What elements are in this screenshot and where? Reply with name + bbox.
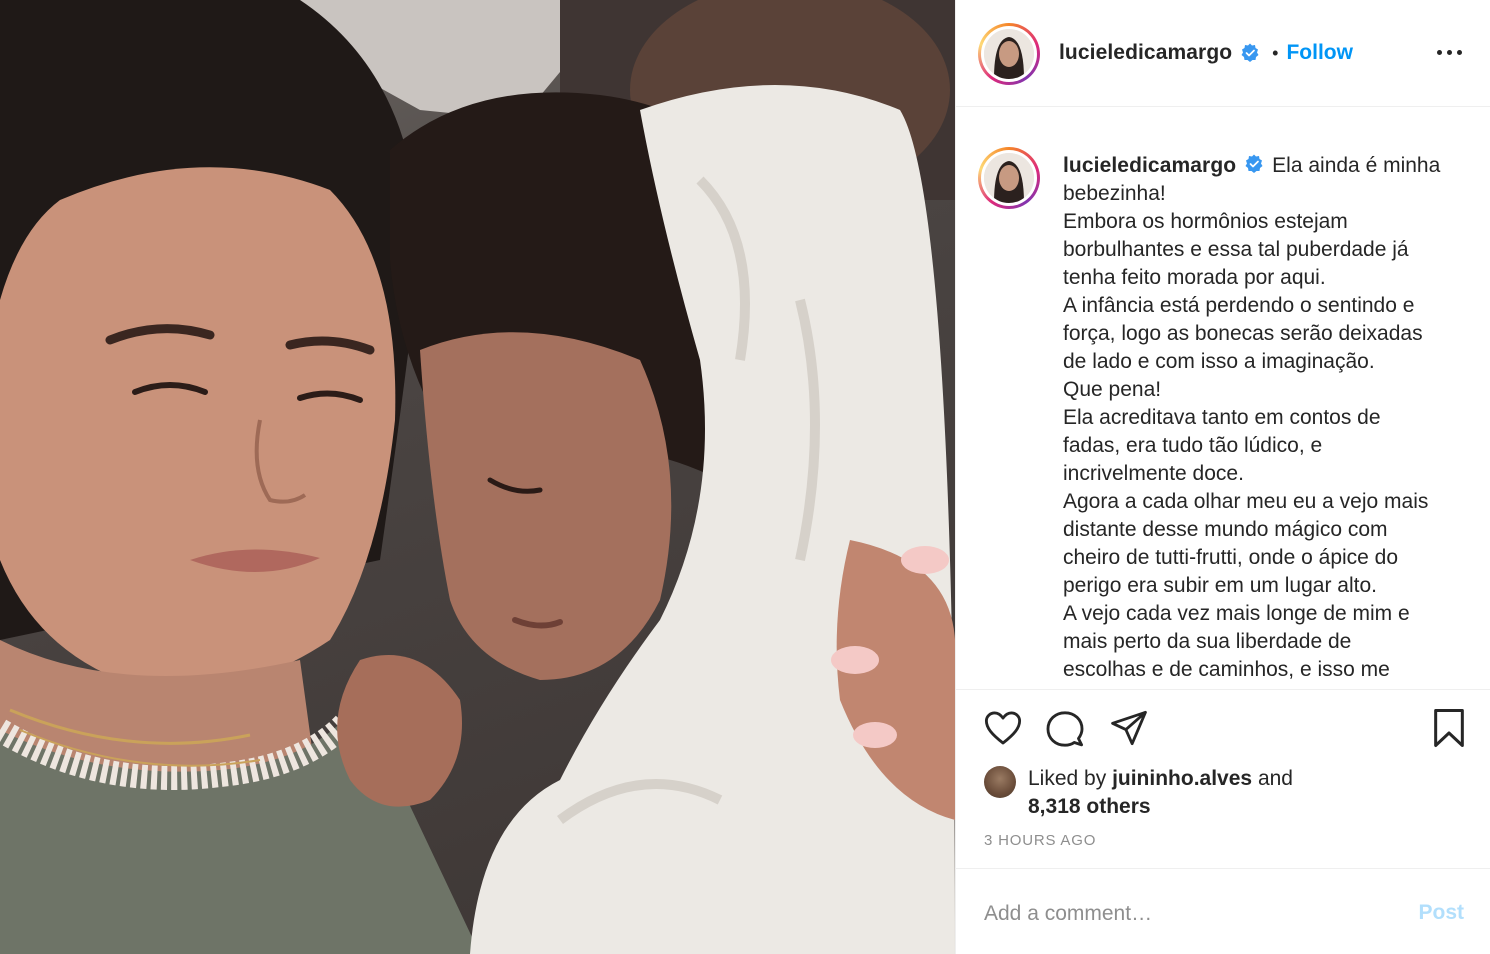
photo-illustration [0,0,955,954]
caption-line: perigo era subir em um lugar alto. [1063,574,1377,597]
caption-line: Embora os hormônios estejam [1063,210,1348,233]
caption-author-avatar[interactable] [978,147,1040,209]
caption-line: fadas, era tudo tão lúdico, e [1063,434,1323,457]
caption-username[interactable]: lucieledicamargo [1063,154,1236,177]
likes-text: Liked by juininho.alves and 8,318 others [1028,765,1293,821]
comment-bubble-icon[interactable] [1046,710,1084,748]
caption-line: escolhas e de caminhos, e isso me [1063,658,1390,681]
author-username[interactable]: lucieledicamargo [1059,41,1232,65]
verified-badge-icon [1245,154,1263,174]
caption-text: lucieledicamargo Ela ainda é minha bebezi… [1063,152,1475,684]
bookmark-icon[interactable] [1431,708,1467,748]
caption-area[interactable]: lucieledicamargo Ela ainda é minha bebezi… [956,107,1490,689]
paper-plane-icon[interactable] [1110,710,1148,746]
comment-box: Post [956,868,1490,954]
caption-line: borbulhantes e essa tal puberdade já [1063,238,1409,261]
caption-line: Que pena! [1063,378,1162,401]
likes-and: and [1257,767,1293,790]
post-comment-button[interactable]: Post [1418,901,1464,925]
more-options-icon[interactable] [1437,47,1463,57]
caption-line: A infância está perdendo o sentindo e [1063,294,1415,317]
liker-avatar[interactable] [984,766,1016,798]
caption-line: bebezinha! [1063,182,1166,205]
author-avatar[interactable] [978,23,1040,85]
caption-line: Ela ainda é minha [1272,154,1441,177]
separator-dot: • [1272,42,1279,63]
caption-line: força, logo as bonecas serão deixadas [1063,322,1423,345]
avatar-image [984,29,1034,79]
likes-others[interactable]: 8,318 others [1028,795,1151,818]
follow-button[interactable]: Follow [1286,41,1353,65]
likes-prefix: Liked by [1028,767,1107,790]
liker-username[interactable]: juininho.alves [1112,767,1252,790]
heart-icon[interactable] [984,710,1022,746]
post-side-panel: lucieledicamargo • Follow lucieledicamar… [955,0,1490,954]
comment-input[interactable] [984,897,1384,931]
caption-line: de lado e com isso a imaginação. [1063,350,1375,373]
header-user-info: lucieledicamargo • Follow [1059,41,1353,65]
caption-line: incrivelmente doce. [1063,462,1244,485]
caption-first-line: lucieledicamargo Ela ainda é minha [1063,152,1475,180]
caption-line: Ela acreditava tanto em contos de [1063,406,1381,429]
caption-line: cheiro de tutti-frutti, onde o ápice do [1063,546,1399,569]
caption-line: A vejo cada vez mais longe de mim e [1063,602,1410,625]
post-actions: Liked by juininho.alves and 8,318 others… [956,689,1490,954]
caption-line: mais perto da sua liberdade de [1063,630,1352,653]
verified-badge-icon [1241,43,1259,62]
caption-line: distante desse mundo mágico com [1063,518,1388,541]
post-timestamp[interactable]: 3 HOURS AGO [984,832,1096,849]
post-header: lucieledicamargo • Follow [956,0,1490,107]
avatar-image [984,153,1034,203]
post-photo[interactable] [0,0,955,954]
caption-line: Agora a cada olhar meu eu a vejo mais [1063,490,1429,513]
likes-row: Liked by juininho.alves and 8,318 others [984,765,1293,821]
caption-line: tenha feito morada por aqui. [1063,266,1326,289]
